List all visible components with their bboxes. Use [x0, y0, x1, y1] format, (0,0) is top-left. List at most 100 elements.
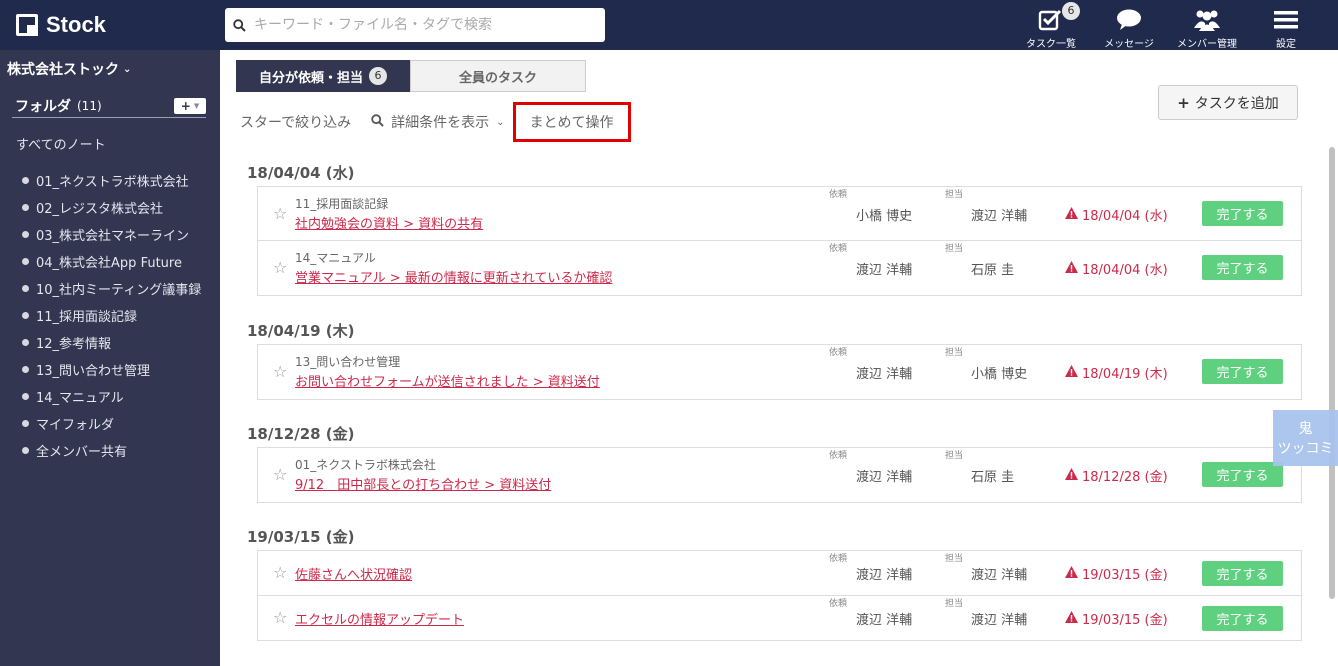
- due-date-text: 19/03/15 (金): [1082, 568, 1168, 583]
- assignee-caption: 担当: [945, 554, 964, 564]
- assignee-caption: 担当: [945, 599, 964, 609]
- due-date-text: 18/04/19 (木): [1082, 367, 1168, 382]
- group-date: 19/03/15 (金): [247, 528, 355, 546]
- nav-tasks[interactable]: 6 タスク一覧: [1012, 2, 1090, 50]
- folder-item[interactable]: 12_参考情報: [22, 329, 201, 356]
- nav-settings-label: 設定: [1276, 39, 1296, 50]
- folder-title: フォルダ: [15, 98, 71, 115]
- folder-item-label: 02_レジスタ株式会社: [36, 202, 164, 217]
- company-switcher[interactable]: 株式会社ストック ⌄: [7, 59, 131, 79]
- detail-filter-label: 詳細条件を表示: [391, 115, 490, 131]
- assignee-name: 石原 圭: [971, 470, 1015, 485]
- due-date: 19/03/15 (金): [1065, 609, 1168, 628]
- bulk-operation-label: まとめて操作: [529, 115, 614, 131]
- assignee-name: 小橋 博史: [971, 367, 1028, 382]
- star-icon[interactable]: ☆: [273, 258, 287, 277]
- requester-caption: 依頼: [829, 244, 848, 254]
- task-tabs: 自分が依頼・担当 6 全員のタスク: [236, 60, 586, 92]
- task-title-link[interactable]: お問い合わせフォームが送信されました > 資料送付: [295, 371, 600, 390]
- oni-line1: 鬼: [1298, 421, 1313, 437]
- nav-tasks-label: タスク一覧: [1026, 39, 1076, 50]
- tab-mine-count: 6: [369, 67, 387, 85]
- complete-button[interactable]: 完了する: [1202, 359, 1283, 384]
- task-folder: 14_マニュアル: [295, 251, 376, 265]
- star-icon[interactable]: ☆: [273, 608, 287, 627]
- requester-name: 渡辺 洋輔: [856, 367, 913, 382]
- folder-item[interactable]: 11_採用面談記録: [22, 302, 201, 329]
- folder-item-label: 10_社内ミーティング議事録: [36, 283, 202, 298]
- due-date: 18/12/28 (金): [1065, 466, 1168, 485]
- folder-count: (11): [77, 98, 102, 113]
- folder-item[interactable]: 01_ネクストラボ株式会社: [22, 167, 201, 194]
- tasks-badge: 6: [1062, 2, 1080, 20]
- group-date: 18/12/28 (金): [247, 425, 355, 443]
- folder-item[interactable]: 全メンバー共有: [22, 437, 201, 464]
- requester-caption: 依頼: [829, 599, 848, 609]
- task-title-link[interactable]: エクセルの情報アップデート: [295, 609, 464, 628]
- task-title-link[interactable]: 社内勉強会の資料 > 資料の共有: [295, 213, 483, 232]
- task-folder: 13_問い合わせ管理: [295, 355, 401, 369]
- task-title-link[interactable]: 佐藤さんへ状況確認: [295, 564, 412, 583]
- nav-messages[interactable]: メッセージ: [1090, 6, 1168, 50]
- oni-line2: ツッコミ: [1277, 441, 1334, 457]
- complete-button[interactable]: 完了する: [1202, 462, 1283, 487]
- folder-item[interactable]: 04_株式会社App Future: [22, 248, 201, 275]
- warning-icon: [1065, 610, 1078, 627]
- folder-item[interactable]: 14_マニュアル: [22, 383, 201, 410]
- tab-mine[interactable]: 自分が依頼・担当 6: [236, 60, 410, 92]
- task-title-link[interactable]: 9/12 田中部長との打ち合わせ > 資料送付: [295, 474, 551, 493]
- folder-item[interactable]: 02_レジスタ株式会社: [22, 194, 201, 221]
- due-date: 18/04/19 (木): [1065, 363, 1168, 382]
- task-row: ☆ 13_問い合わせ管理 お問い合わせフォームが送信されました > 資料送付 依…: [258, 345, 1301, 399]
- bullet-icon: [22, 339, 29, 346]
- folder-item[interactable]: 03_株式会社マネーライン: [22, 221, 201, 248]
- tab-mine-label: 自分が依頼・担当: [258, 70, 363, 86]
- nav-messages-label: メッセージ: [1104, 39, 1154, 50]
- folder-item[interactable]: 10_社内ミーティング議事録: [22, 275, 201, 302]
- task-group: ☆ 13_問い合わせ管理 お問い合わせフォームが送信されました > 資料送付 依…: [257, 344, 1302, 400]
- task-group: ☆ 01_ネクストラボ株式会社 9/12 田中部長との打ち合わせ > 資料送付 …: [257, 447, 1302, 503]
- task-title-link[interactable]: 営業マニュアル > 最新の情報に更新されているか確認: [295, 267, 612, 286]
- tab-all[interactable]: 全員のタスク: [410, 60, 586, 92]
- assignee-name: 渡辺 洋輔: [971, 613, 1028, 628]
- add-task-button[interactable]: + タスクを追加: [1158, 85, 1298, 120]
- app-logo[interactable]: Stock: [16, 12, 106, 38]
- requester-caption: 依頼: [829, 451, 848, 461]
- requester-name: 渡辺 洋輔: [856, 568, 913, 583]
- bullet-icon: [22, 312, 29, 319]
- star-icon[interactable]: ☆: [273, 465, 287, 484]
- scrollbar[interactable]: [1329, 147, 1335, 599]
- complete-button[interactable]: 完了する: [1202, 201, 1283, 226]
- nav-members[interactable]: メンバー管理: [1168, 6, 1246, 50]
- search-input[interactable]: [254, 17, 594, 33]
- star-icon[interactable]: ☆: [273, 563, 287, 582]
- hamburger-menu-icon: [1274, 6, 1298, 33]
- add-folder-button[interactable]: + ▼: [174, 98, 206, 114]
- plus-icon: +: [1177, 93, 1190, 112]
- folder-item[interactable]: 13_問い合わせ管理: [22, 356, 201, 383]
- star-icon[interactable]: ☆: [273, 362, 287, 381]
- detail-filter-toggle[interactable]: 詳細条件を表示 ⌄: [371, 112, 505, 132]
- requester-caption: 依頼: [829, 554, 848, 564]
- search-icon: [233, 18, 246, 32]
- caret-down-icon: ▼: [193, 102, 200, 110]
- bullet-icon: [22, 204, 29, 211]
- star-filter-link[interactable]: スターで絞り込み: [240, 112, 351, 132]
- task-row: ☆ 11_採用面談記録 社内勉強会の資料 > 資料の共有 依頼 担当 小橋 博史…: [258, 187, 1301, 241]
- assignee-name: 渡辺 洋輔: [971, 209, 1028, 224]
- folder-item[interactable]: マイフォルダ: [22, 410, 201, 437]
- complete-button[interactable]: 完了する: [1202, 561, 1283, 586]
- bulk-operation-button[interactable]: まとめて操作: [512, 102, 631, 142]
- search-box: [225, 8, 605, 42]
- folder-item-label: 11_採用面談記録: [36, 310, 138, 325]
- due-date: 19/03/15 (金): [1065, 564, 1168, 583]
- complete-button[interactable]: 完了する: [1202, 606, 1283, 631]
- complete-button[interactable]: 完了する: [1202, 255, 1283, 280]
- folder-item-label: マイフォルダ: [36, 418, 115, 433]
- all-notes-link[interactable]: すべてのノート: [16, 134, 106, 153]
- nav-settings[interactable]: 設定: [1247, 6, 1325, 50]
- warning-icon: [1065, 565, 1078, 582]
- star-icon[interactable]: ☆: [273, 204, 287, 223]
- folder-item-label: 13_問い合わせ管理: [36, 364, 151, 379]
- oni-tsukkomi-widget[interactable]: 鬼 ツッコミ: [1273, 410, 1338, 466]
